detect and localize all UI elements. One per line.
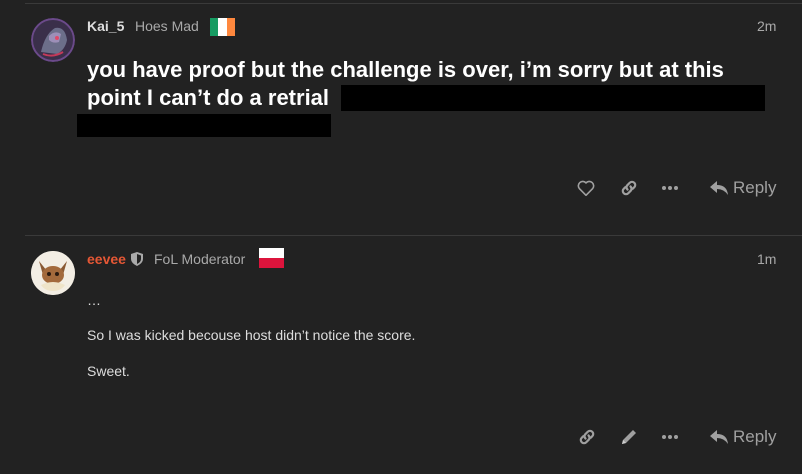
reply-label: Reply (733, 178, 777, 197)
link-icon[interactable] (618, 177, 640, 199)
reply-arrow-icon (710, 181, 728, 195)
ireland-flag-icon (210, 18, 235, 36)
reply-arrow-icon (710, 430, 728, 444)
reply-button[interactable]: Reply (710, 427, 776, 447)
post-paragraph: Sweet. (87, 363, 130, 379)
avatar-eevee[interactable] (31, 251, 75, 295)
top-divider (25, 3, 802, 4)
ellipsis-line: … (87, 292, 101, 308)
redaction-bar (341, 85, 765, 111)
more-icon[interactable] (659, 426, 681, 448)
post-divider (25, 235, 802, 236)
more-icon[interactable] (659, 177, 681, 199)
redaction-bar (77, 114, 331, 137)
reply-label: Reply (733, 427, 777, 446)
like-icon[interactable] (575, 177, 597, 199)
user-title: Hoes Mad (135, 18, 199, 34)
shield-icon (131, 252, 143, 266)
avatar-kai5[interactable] (31, 18, 75, 62)
reply-button[interactable]: Reply (710, 178, 776, 198)
username[interactable]: Kai_5 (87, 18, 124, 34)
post-paragraph: So I was kicked becouse host didn’t noti… (87, 327, 416, 343)
post-time[interactable]: 2m (757, 18, 776, 34)
username[interactable]: eevee (87, 251, 126, 267)
poland-flag-icon (259, 248, 284, 268)
post-time[interactable]: 1m (757, 251, 776, 267)
user-title: FoL Moderator (154, 251, 246, 267)
edit-icon[interactable] (618, 426, 640, 448)
link-icon[interactable] (576, 426, 598, 448)
